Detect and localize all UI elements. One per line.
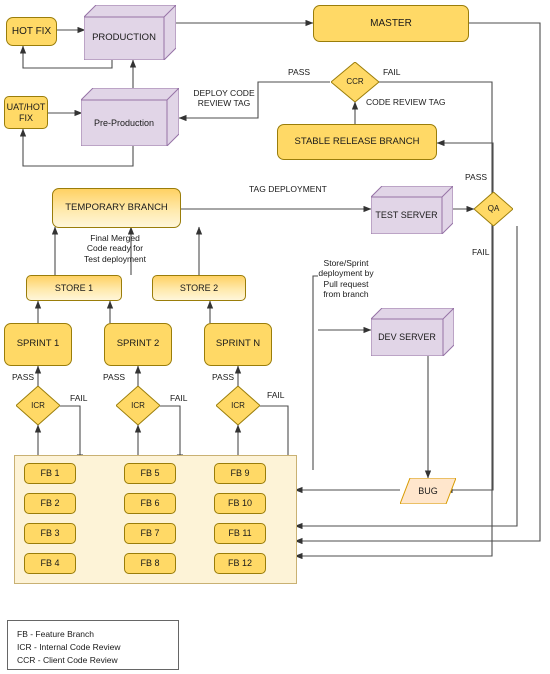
node-store-2[interactable]: STORE 2 bbox=[152, 275, 246, 301]
production-label: PRODUCTION bbox=[92, 32, 156, 44]
label-ccr-pass: PASS bbox=[288, 67, 311, 77]
label-store-sprint-deployment: Store/Sprint deployment by Pull request … bbox=[318, 258, 374, 300]
legend: FB - Feature Branch ICR - Internal Code … bbox=[7, 620, 179, 670]
qa-label: QA bbox=[487, 204, 500, 214]
list-item[interactable]: FB 5 bbox=[124, 463, 176, 484]
node-sprint-n[interactable]: SPRINT N bbox=[204, 323, 272, 366]
list-item[interactable]: FB 12 bbox=[214, 553, 266, 574]
node-icr-3[interactable]: ICR bbox=[216, 386, 260, 425]
icr-1-label: ICR bbox=[31, 400, 45, 410]
label-icr-3-fail: FAIL bbox=[267, 390, 285, 400]
list-item[interactable]: FB 2 bbox=[24, 493, 76, 514]
list-item[interactable]: FB 6 bbox=[124, 493, 176, 514]
label-icr-2-fail: FAIL bbox=[170, 393, 188, 403]
list-item[interactable]: FB 9 bbox=[214, 463, 266, 484]
legend-line: CCR - Client Code Review bbox=[17, 655, 118, 666]
label-qa-fail: FAIL bbox=[472, 247, 490, 257]
node-hot-fix[interactable]: HOT FIX bbox=[6, 17, 57, 46]
node-test-server[interactable]: TEST SERVER bbox=[371, 186, 453, 234]
list-item[interactable]: FB 7 bbox=[124, 523, 176, 544]
node-bug[interactable]: BUG bbox=[399, 477, 457, 505]
list-item[interactable]: FB 8 bbox=[124, 553, 176, 574]
node-icr-1[interactable]: ICR bbox=[16, 386, 60, 425]
node-production[interactable]: PRODUCTION bbox=[84, 5, 176, 60]
node-uat-hot-fix[interactable]: UAT/HOT FIX bbox=[4, 96, 48, 129]
node-temporary-branch[interactable]: TEMPORARY BRANCH bbox=[52, 188, 181, 228]
label-icr-1-pass: PASS bbox=[12, 372, 35, 382]
node-pre-production[interactable]: Pre-Production bbox=[81, 88, 179, 146]
ccr-label: CCR bbox=[346, 77, 364, 87]
legend-line: FB - Feature Branch bbox=[17, 629, 95, 639]
label-icr-2-pass: PASS bbox=[103, 372, 126, 382]
list-item[interactable]: FB 11 bbox=[214, 523, 266, 544]
list-item[interactable]: FB 10 bbox=[214, 493, 266, 514]
pre-production-label: Pre-Production bbox=[93, 117, 155, 128]
label-tag-deployment: TAG DEPLOYMENT bbox=[249, 184, 327, 194]
node-ccr[interactable]: CCR bbox=[331, 62, 379, 102]
label-ccr-fail: FAIL bbox=[383, 67, 401, 77]
label-icr-1-fail: FAIL bbox=[70, 393, 88, 403]
icr-3-label: ICR bbox=[231, 400, 245, 410]
test-server-label: TEST SERVER bbox=[375, 210, 438, 221]
node-dev-server[interactable]: DEV SERVER bbox=[371, 308, 454, 356]
bug-label: BUG bbox=[418, 486, 438, 496]
list-item[interactable]: FB 4 bbox=[24, 553, 76, 574]
icr-2-label: ICR bbox=[131, 400, 145, 410]
label-qa-pass: PASS bbox=[465, 172, 488, 182]
node-qa[interactable]: QA bbox=[474, 192, 513, 226]
node-sprint-1[interactable]: SPRINT 1 bbox=[4, 323, 72, 366]
diagram-canvas: HOT FIX PRODUCTION MASTER UAT/HOT FIX Pr… bbox=[0, 0, 550, 674]
legend-line: ICR - Internal Code Review bbox=[17, 642, 121, 653]
label-final-merged-code: Final Merged Code ready for Test deploym… bbox=[84, 233, 146, 264]
list-item[interactable]: FB 1 bbox=[24, 463, 76, 484]
label-icr-3-pass: PASS bbox=[212, 372, 235, 382]
list-item[interactable]: FB 3 bbox=[24, 523, 76, 544]
node-stable-release-branch[interactable]: STABLE RELEASE BRANCH bbox=[277, 124, 437, 160]
node-master[interactable]: MASTER bbox=[313, 5, 469, 42]
node-icr-2[interactable]: ICR bbox=[116, 386, 160, 425]
label-deploy-code-review-tag: DEPLOY CODE REVIEW TAG bbox=[193, 88, 255, 109]
dev-server-label: DEV SERVER bbox=[378, 332, 436, 343]
node-sprint-2[interactable]: SPRINT 2 bbox=[104, 323, 172, 366]
label-code-review-tag: CODE REVIEW TAG bbox=[366, 97, 446, 107]
node-store-1[interactable]: STORE 1 bbox=[26, 275, 122, 301]
